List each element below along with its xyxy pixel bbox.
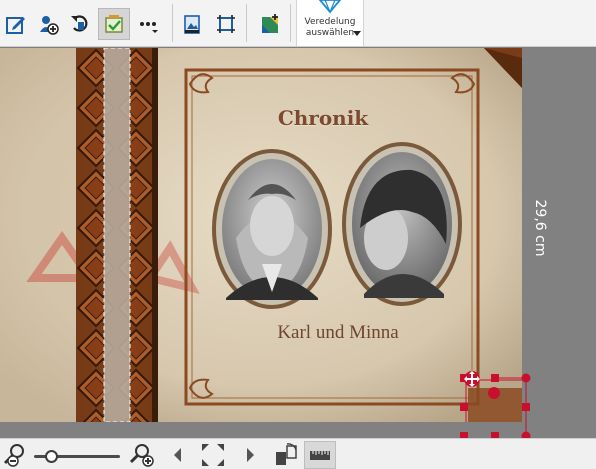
zoom-slider-thumb[interactable] [44, 450, 58, 463]
replace-image-icon [105, 15, 123, 33]
swap-pages-button[interactable] [270, 441, 302, 469]
ruler-icon [310, 451, 330, 460]
crop-frame-icon [217, 15, 235, 33]
finishing-select-button[interactable]: Veredelung auswählen [296, 0, 364, 46]
rotate-handle[interactable] [521, 373, 531, 383]
rotate-icon [71, 15, 88, 32]
chevron-down-icon [353, 31, 361, 36]
toolbar-separator [246, 4, 247, 42]
swap-pages-icon [276, 443, 297, 465]
replace-image-button[interactable] [98, 8, 130, 40]
previous-page-button[interactable] [166, 441, 190, 469]
more-options-button[interactable] [132, 8, 164, 40]
diamond-icon [318, 0, 342, 14]
fit-screen-icon [202, 444, 224, 466]
photo-book-editor: Veredelung auswählen Chronik Karl und Mi… [0, 0, 596, 469]
top-toolbar: Veredelung auswählen [0, 0, 596, 47]
next-page-button[interactable] [238, 441, 262, 469]
ruler-toggle-button[interactable] [304, 441, 336, 469]
fit-to-screen-button[interactable] [196, 441, 230, 469]
more-options-icon [140, 22, 158, 33]
selection-handles [460, 371, 531, 438]
resize-handle[interactable] [491, 374, 499, 382]
move-icon[interactable] [464, 371, 480, 387]
toolbar-separator [290, 4, 291, 42]
zoom-in-icon [129, 444, 154, 467]
toolbar-separator [172, 4, 173, 42]
edit-text-button[interactable] [0, 8, 32, 40]
chevron-right-icon [247, 448, 254, 462]
rotate-handle[interactable] [488, 387, 500, 399]
background-button[interactable] [176, 8, 208, 40]
add-clipart-button[interactable] [254, 8, 286, 40]
zoom-out-icon [3, 444, 24, 467]
add-image-button[interactable] [32, 8, 64, 40]
add-clipart-icon [262, 14, 278, 33]
rotate-button[interactable] [64, 8, 96, 40]
zoom-out-button[interactable] [0, 441, 30, 469]
chevron-left-icon [174, 448, 181, 462]
edit-text-icon [6, 17, 25, 34]
crop-frame-button[interactable] [210, 8, 242, 40]
resize-handle[interactable] [522, 403, 530, 411]
add-image-icon [40, 16, 59, 35]
editor-canvas[interactable]: Chronik Karl und Minna 29,6 cm [0, 48, 596, 438]
finishing-label-line1: Veredelung [304, 17, 356, 27]
bottom-navigation-bar [0, 438, 596, 469]
resize-handle[interactable] [460, 403, 468, 411]
background-icon [184, 15, 200, 34]
zoom-in-button[interactable] [124, 441, 158, 469]
